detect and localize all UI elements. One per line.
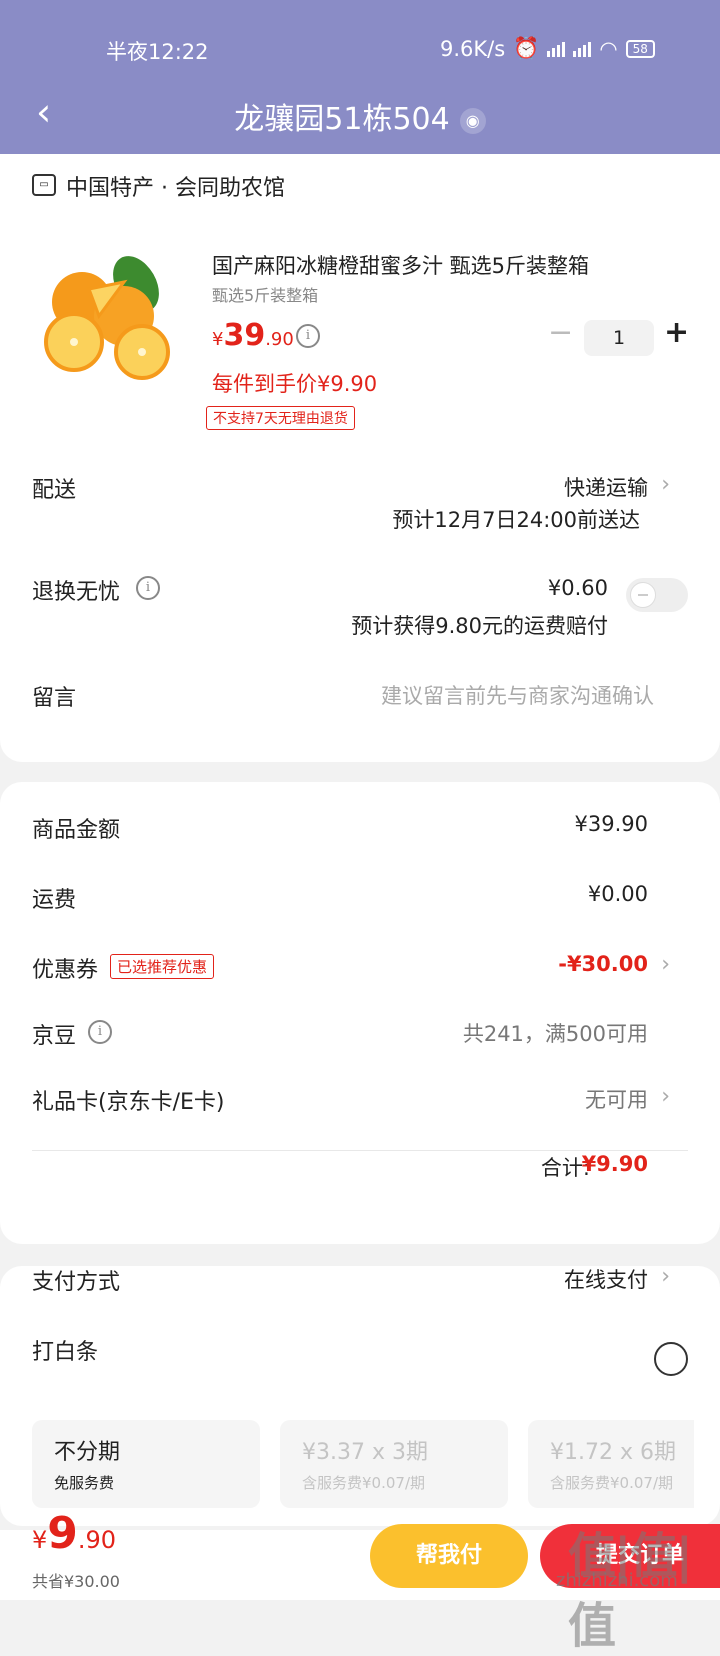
summary-divider <box>32 1150 688 1151</box>
baitiao-label: 打白条 <box>32 1340 99 1365</box>
total-dec: .90 <box>77 1526 117 1554</box>
shop-icon: ▭ <box>32 174 56 196</box>
location-icon: ◉ <box>459 107 486 134</box>
goods-amount-label: 商品金额 <box>32 818 121 843</box>
baitiao-radio[interactable] <box>654 1342 688 1376</box>
goods-amount-value: ¥39.90 <box>574 812 648 836</box>
coupon-tag: 已选推荐优惠 <box>110 954 215 979</box>
header: 半夜12:22 9.6K/s ⏰ ◠ 58 ‹ 龙骧园51栋504 ◉ <box>0 0 720 154</box>
quantity-minus-button[interactable]: − <box>548 318 573 348</box>
jd-bean-value: 共241，满500可用 <box>462 1022 648 1046</box>
order-card <box>0 154 720 762</box>
battery-icon: 58 <box>625 39 655 58</box>
status-bar: 半夜12:22 9.6K/s ⏰ ◠ 58 <box>0 36 720 66</box>
coupon-label: 优惠券 <box>32 958 99 983</box>
network-speed: 9.6K/s <box>440 36 506 61</box>
message-label: 留言 <box>32 686 77 711</box>
delivery-label: 配送 <box>32 478 77 503</box>
payment-method-value[interactable]: 在线支付 <box>564 1264 648 1294</box>
delivery-eta: 预计12月7日24:00前送达 <box>392 508 640 532</box>
gift-card-label: 礼品卡(京东卡/E卡) <box>32 1090 225 1115</box>
product-title[interactable]: 国产麻阳冰糖橙甜蜜多汁 甄选5斤装整箱 <box>212 250 589 280</box>
delivery-chevron-icon[interactable]: › <box>661 472 670 497</box>
installment-option[interactable]: 不分期 免服务费 <box>32 1420 260 1508</box>
bottom-total: ¥9.90 <box>32 1508 116 1559</box>
payment-chevron-icon[interactable]: › <box>661 1264 670 1289</box>
worry-free-price: ¥0.60 <box>547 576 608 600</box>
product-spec: 甄选5斤装整箱 <box>212 286 319 305</box>
toggle-knob <box>630 582 656 608</box>
shop-name[interactable]: 中国特产 · 会同助农馆 <box>66 170 285 202</box>
delivery-method[interactable]: 快递运输 <box>564 472 648 502</box>
installment-name: ¥3.37 x 3期 <box>302 1440 428 1465</box>
status-time: 半夜12:22 <box>106 40 209 64</box>
worry-free-note: 预计获得9.80元的运费赔付 <box>351 614 608 638</box>
quantity-plus-button[interactable]: + <box>664 316 689 350</box>
status-icons: 9.6K/s ⏰ ◠ 58 <box>440 36 655 61</box>
gift-card-chevron-icon[interactable]: › <box>661 1084 670 1109</box>
nav-bar: ‹ 龙骧园51栋504 ◉ <box>0 88 720 138</box>
total-value: ¥9.90 <box>581 1152 648 1176</box>
watermark-site: zhizhizhi.com <box>556 1570 678 1591</box>
worry-free-toggle[interactable] <box>626 578 688 612</box>
installment-option[interactable]: ¥3.37 x 3期 含服务费¥0.07/期 <box>280 1420 508 1508</box>
price-info-icon[interactable]: i <box>296 324 320 348</box>
total-int: 9 <box>47 1508 78 1559</box>
installment-option[interactable]: ¥1.72 x 6期 含服务费¥0.07/期 <box>528 1420 694 1508</box>
help-pay-button[interactable]: 帮我付 <box>370 1524 528 1588</box>
shipping-value: ¥0.00 <box>587 882 648 906</box>
page-title: 龙骧园51栋504 <box>234 102 450 137</box>
jd-bean-label: 京豆 <box>32 1024 77 1049</box>
signal-icon-2 <box>573 41 592 57</box>
coupon-value[interactable]: -¥30.00 <box>558 952 648 976</box>
installment-name: 不分期 <box>54 1440 121 1465</box>
installment-fee: 含服务费¥0.07/期 <box>550 1474 673 1492</box>
address-title[interactable]: 龙骧园51栋504 ◉ <box>0 94 720 138</box>
message-input[interactable]: 建议留言前先与商家沟通确认 <box>381 680 654 710</box>
price-int: 39 <box>223 318 266 353</box>
total-symbol: ¥ <box>32 1526 48 1554</box>
jd-bean-info-icon[interactable]: i <box>88 1020 112 1044</box>
payment-method-label: 支付方式 <box>32 1270 121 1295</box>
wifi-icon: ◠ <box>599 36 618 61</box>
worry-free-info-icon[interactable]: i <box>136 576 160 600</box>
product-image[interactable] <box>44 254 174 384</box>
price-dec: .90 <box>265 329 294 350</box>
installment-fee: 免服务费 <box>54 1474 115 1492</box>
gift-card-value[interactable]: 无可用 <box>585 1084 648 1114</box>
price-symbol: ¥ <box>212 329 224 350</box>
hand-price: 每件到手价¥9.90 <box>212 372 378 396</box>
alarm-icon: ⏰ <box>513 36 540 60</box>
worry-free-label: 退换无忧 <box>32 580 121 605</box>
signal-icon <box>547 41 566 57</box>
coupon-chevron-icon[interactable]: › <box>661 952 670 977</box>
installment-fee: 含服务费¥0.07/期 <box>302 1474 425 1492</box>
product-price: ¥39.90 <box>212 318 294 353</box>
installment-name: ¥1.72 x 6期 <box>550 1440 676 1465</box>
return-policy-tag: 不支持7天无理由退货 <box>206 406 355 430</box>
shipping-label: 运费 <box>32 888 77 913</box>
saved-amount: 共省¥30.00 <box>32 1572 120 1591</box>
quantity-input[interactable]: 1 <box>584 320 654 356</box>
